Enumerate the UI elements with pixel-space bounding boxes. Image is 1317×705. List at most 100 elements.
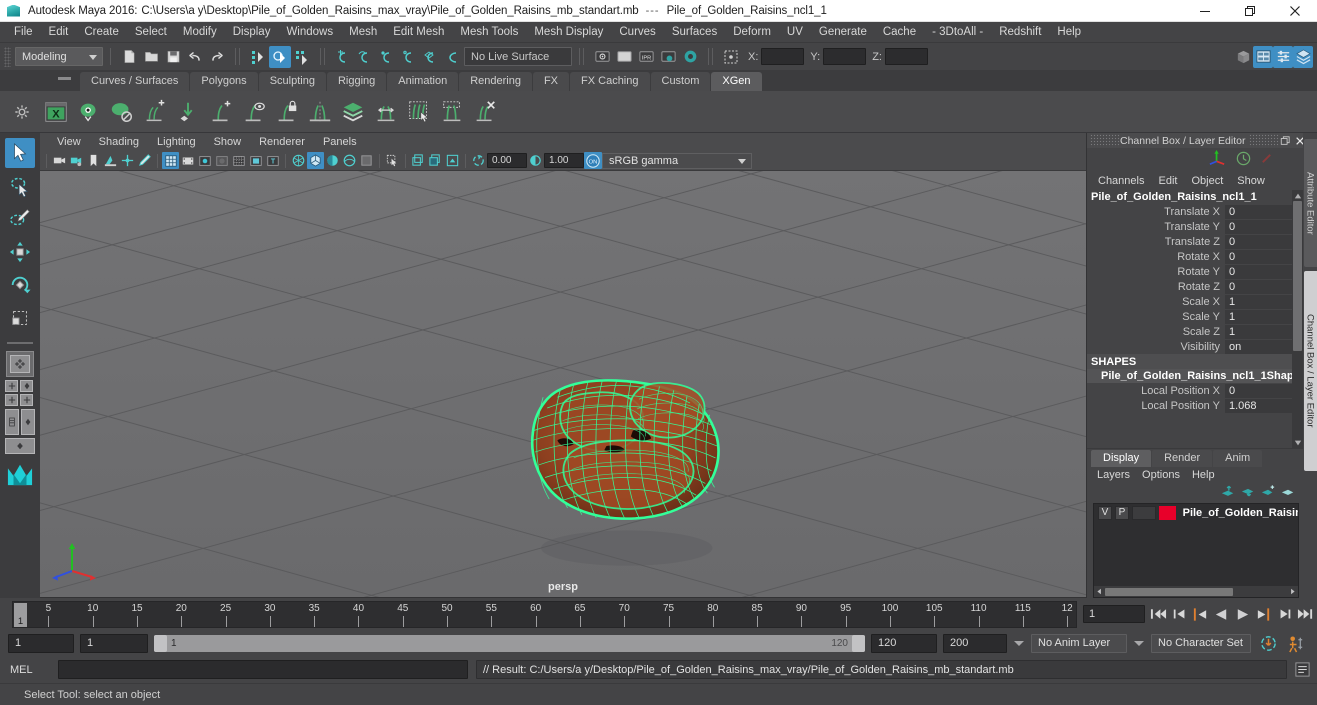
clock-icon[interactable] <box>1235 150 1252 170</box>
select-tool[interactable] <box>5 138 35 168</box>
viewport-menu-view[interactable]: View <box>48 133 90 151</box>
render-settings-icon[interactable] <box>657 46 679 68</box>
attr-value[interactable]: 0 <box>1225 234 1292 249</box>
isolate-select-icon[interactable] <box>410 152 427 169</box>
scroll-right-icon[interactable] <box>1287 586 1298 597</box>
ipr-render-icon[interactable]: IPR <box>635 46 657 68</box>
shelf-tab-fx[interactable]: FX <box>532 72 570 91</box>
channel-row-scale-y[interactable]: Scale Y 1 <box>1087 309 1292 324</box>
tab-display[interactable]: Display <box>1091 450 1152 467</box>
persp-graph-layout[interactable] <box>5 438 35 454</box>
xgen-export-icon[interactable] <box>172 95 204 129</box>
channel-row-rotate-z[interactable]: Rotate Z 0 <box>1087 279 1292 294</box>
save-scene-icon[interactable] <box>162 46 184 68</box>
xgen-hide-description-icon[interactable] <box>106 95 138 129</box>
layer-menu-layers[interactable]: Layers <box>1091 467 1136 484</box>
menu-3dtoall[interactable]: - 3DtoAll - <box>924 22 991 43</box>
wireframe-icon[interactable] <box>307 152 324 169</box>
channel-box-menu-show[interactable]: Show <box>1230 172 1272 190</box>
channel-box-attribute-list[interactable]: Pile_of_Golden_Raisins_ncl1_1 Translate … <box>1087 190 1303 448</box>
channel-box-menu-edit[interactable]: Edit <box>1151 172 1184 190</box>
shelf-options-gear-icon[interactable] <box>4 91 40 133</box>
layer-list-hscrollbar[interactable] <box>1094 586 1298 597</box>
xgen-guide-display-icon[interactable] <box>238 95 270 129</box>
range-slider-right-handle[interactable] <box>852 634 865 652</box>
select-camera-icon[interactable] <box>51 152 68 169</box>
channel-row-local-position-y[interactable]: Local Position Y 1.068 <box>1087 398 1292 413</box>
step-back-frame-icon[interactable] <box>1191 605 1210 624</box>
menu-redshift[interactable]: Redshift <box>991 22 1049 43</box>
move-tool[interactable] <box>5 237 35 267</box>
sidetab-attribute-editor[interactable]: Attribute Editor <box>1303 139 1317 267</box>
menu-file[interactable]: File <box>6 22 41 43</box>
move-layer-up-icon[interactable] <box>1221 485 1235 501</box>
shelf-tab-curves-surfaces[interactable]: Curves / Surfaces <box>80 72 190 91</box>
render-current-frame-icon[interactable] <box>613 46 635 68</box>
color-management-toggle-icon[interactable]: ON <box>584 152 602 169</box>
safe-title-icon[interactable]: T <box>264 152 281 169</box>
gamma-field[interactable]: 1.00 <box>544 153 584 168</box>
channel-row-rotate-x[interactable]: Rotate X 0 <box>1087 249 1292 264</box>
shelf-tab-fx-caching[interactable]: FX Caching <box>570 72 650 91</box>
range-slider-track[interactable]: 1 120 <box>154 634 865 652</box>
camera-attributes-icon[interactable] <box>68 152 85 169</box>
xgen-delete-guide-icon[interactable] <box>469 95 501 129</box>
layer-menu-help[interactable]: Help <box>1186 467 1221 484</box>
shelf-tab-rigging[interactable]: Rigging <box>326 72 387 91</box>
channel-row-scale-z[interactable]: Scale Z 1 <box>1087 324 1292 339</box>
go-to-start-icon[interactable] <box>1149 605 1168 624</box>
axis-orientation-icon[interactable] <box>1208 149 1227 171</box>
step-forward-keyframe-icon[interactable] <box>1275 605 1294 624</box>
menu-edit[interactable]: Edit <box>41 22 77 43</box>
four-view-layout[interactable] <box>5 380 35 406</box>
lasso-select-tool[interactable] <box>5 171 35 201</box>
menu-generate[interactable]: Generate <box>811 22 875 43</box>
channel-box-scrollbar[interactable] <box>1292 190 1303 448</box>
menu-deform[interactable]: Deform <box>725 22 779 43</box>
attr-value[interactable]: 0 <box>1225 279 1292 294</box>
color-management-selector[interactable]: sRGB gamma <box>602 152 752 169</box>
film-gate-icon[interactable] <box>179 152 196 169</box>
restore-icon[interactable] <box>1227 0 1272 22</box>
xgen-window-icon[interactable]: X <box>40 95 72 129</box>
menu-display[interactable]: Display <box>225 22 279 43</box>
menu-windows[interactable]: Windows <box>278 22 341 43</box>
make-live-icon[interactable] <box>442 46 464 68</box>
go-to-end-icon[interactable] <box>1296 605 1315 624</box>
xgen-add-guide-icon[interactable] <box>205 95 237 129</box>
tab-render[interactable]: Render <box>1152 450 1213 467</box>
channel-row-local-position-x[interactable]: Local Position X 0 <box>1087 383 1292 398</box>
open-scene-icon[interactable] <box>140 46 162 68</box>
close-icon[interactable] <box>1272 0 1317 22</box>
channel-box-menu-object[interactable]: Object <box>1184 172 1230 190</box>
outliner-persp-layout[interactable] <box>5 409 35 435</box>
resolution-gate-icon[interactable] <box>196 152 213 169</box>
coord-z-field[interactable] <box>884 48 928 65</box>
menu-cache[interactable]: Cache <box>875 22 924 43</box>
attr-value[interactable]: 1.068 <box>1225 398 1292 413</box>
smooth-shade-icon[interactable] <box>324 152 341 169</box>
snap-to-point-icon[interactable] <box>376 46 398 68</box>
perspective-viewport[interactable]: persp <box>40 171 1086 597</box>
attr-value[interactable]: 0 <box>1225 249 1292 264</box>
safe-action-icon[interactable] <box>247 152 264 169</box>
auto-keyframe-icon[interactable] <box>1257 632 1279 654</box>
animation-end-field[interactable]: 200 <box>943 633 1007 653</box>
shadows-icon[interactable] <box>384 152 401 169</box>
shelf-tab-rendering[interactable]: Rendering <box>459 72 532 91</box>
show-hide-editor-icon[interactable] <box>1233 46 1253 68</box>
command-input-field[interactable] <box>58 660 468 679</box>
viewport-menu-panels[interactable]: Panels <box>314 133 366 151</box>
attr-value[interactable]: 0 <box>1225 204 1292 219</box>
xgen-preview-icon[interactable] <box>73 95 105 129</box>
menu-select[interactable]: Select <box>127 22 175 43</box>
play-forwards-icon[interactable] <box>1233 605 1252 624</box>
shelf-tab-sculpting[interactable]: Sculpting <box>258 72 326 91</box>
attr-value[interactable]: 0 <box>1225 264 1292 279</box>
character-set-dropdown-arrow[interactable] <box>1133 634 1145 653</box>
anim-layer-dropdown-arrow[interactable] <box>1013 634 1025 653</box>
paint-select-tool[interactable] <box>5 204 35 234</box>
undock-icon[interactable] <box>1279 134 1292 147</box>
menu-surfaces[interactable]: Surfaces <box>664 22 725 43</box>
step-forward-frame-icon[interactable] <box>1254 605 1273 624</box>
